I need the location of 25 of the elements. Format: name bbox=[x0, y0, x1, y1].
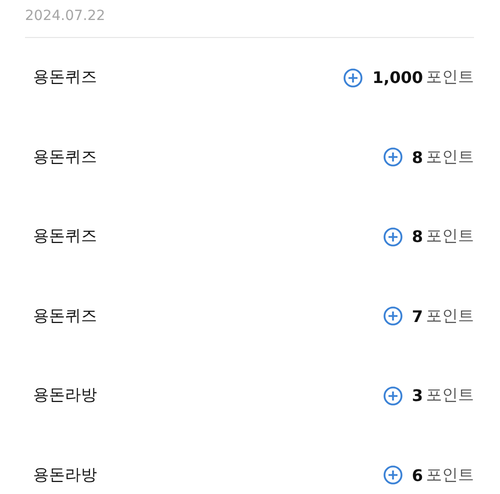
plus-circle-icon bbox=[382, 226, 403, 247]
date-text: 2024.07.22 bbox=[25, 8, 106, 24]
entry-title: 용돈퀴즈 bbox=[33, 226, 97, 248]
plus-circle-icon bbox=[382, 465, 403, 486]
points-unit: 포인트 bbox=[426, 306, 474, 327]
entry-title: 용돈라방 bbox=[33, 464, 97, 486]
plus-circle-icon bbox=[382, 147, 403, 168]
plus-circle-icon bbox=[382, 386, 403, 406]
entry-title: 용돈퀴즈 bbox=[33, 306, 97, 327]
plus-circle-icon bbox=[382, 306, 403, 326]
points-amount: 8 bbox=[412, 227, 423, 246]
entry-title: 용돈퀴즈 bbox=[33, 146, 97, 168]
plus-circle-icon bbox=[343, 68, 364, 88]
points-unit: 포인트 bbox=[426, 226, 474, 248]
points-amount: 3 bbox=[412, 386, 423, 406]
points-unit: 포인트 bbox=[426, 67, 474, 88]
entry-title: 용돈라방 bbox=[33, 385, 97, 406]
points-unit: 포인트 bbox=[426, 464, 474, 486]
points-amount: 8 bbox=[412, 148, 423, 167]
points-amount: 6 bbox=[412, 466, 423, 485]
points-unit: 포인트 bbox=[426, 146, 474, 168]
points-amount: 7 bbox=[412, 306, 423, 326]
points-unit: 포인트 bbox=[426, 385, 474, 406]
entry-title: 용돈퀴즈 bbox=[33, 67, 97, 88]
points-amount: 1,000 bbox=[372, 68, 423, 88]
